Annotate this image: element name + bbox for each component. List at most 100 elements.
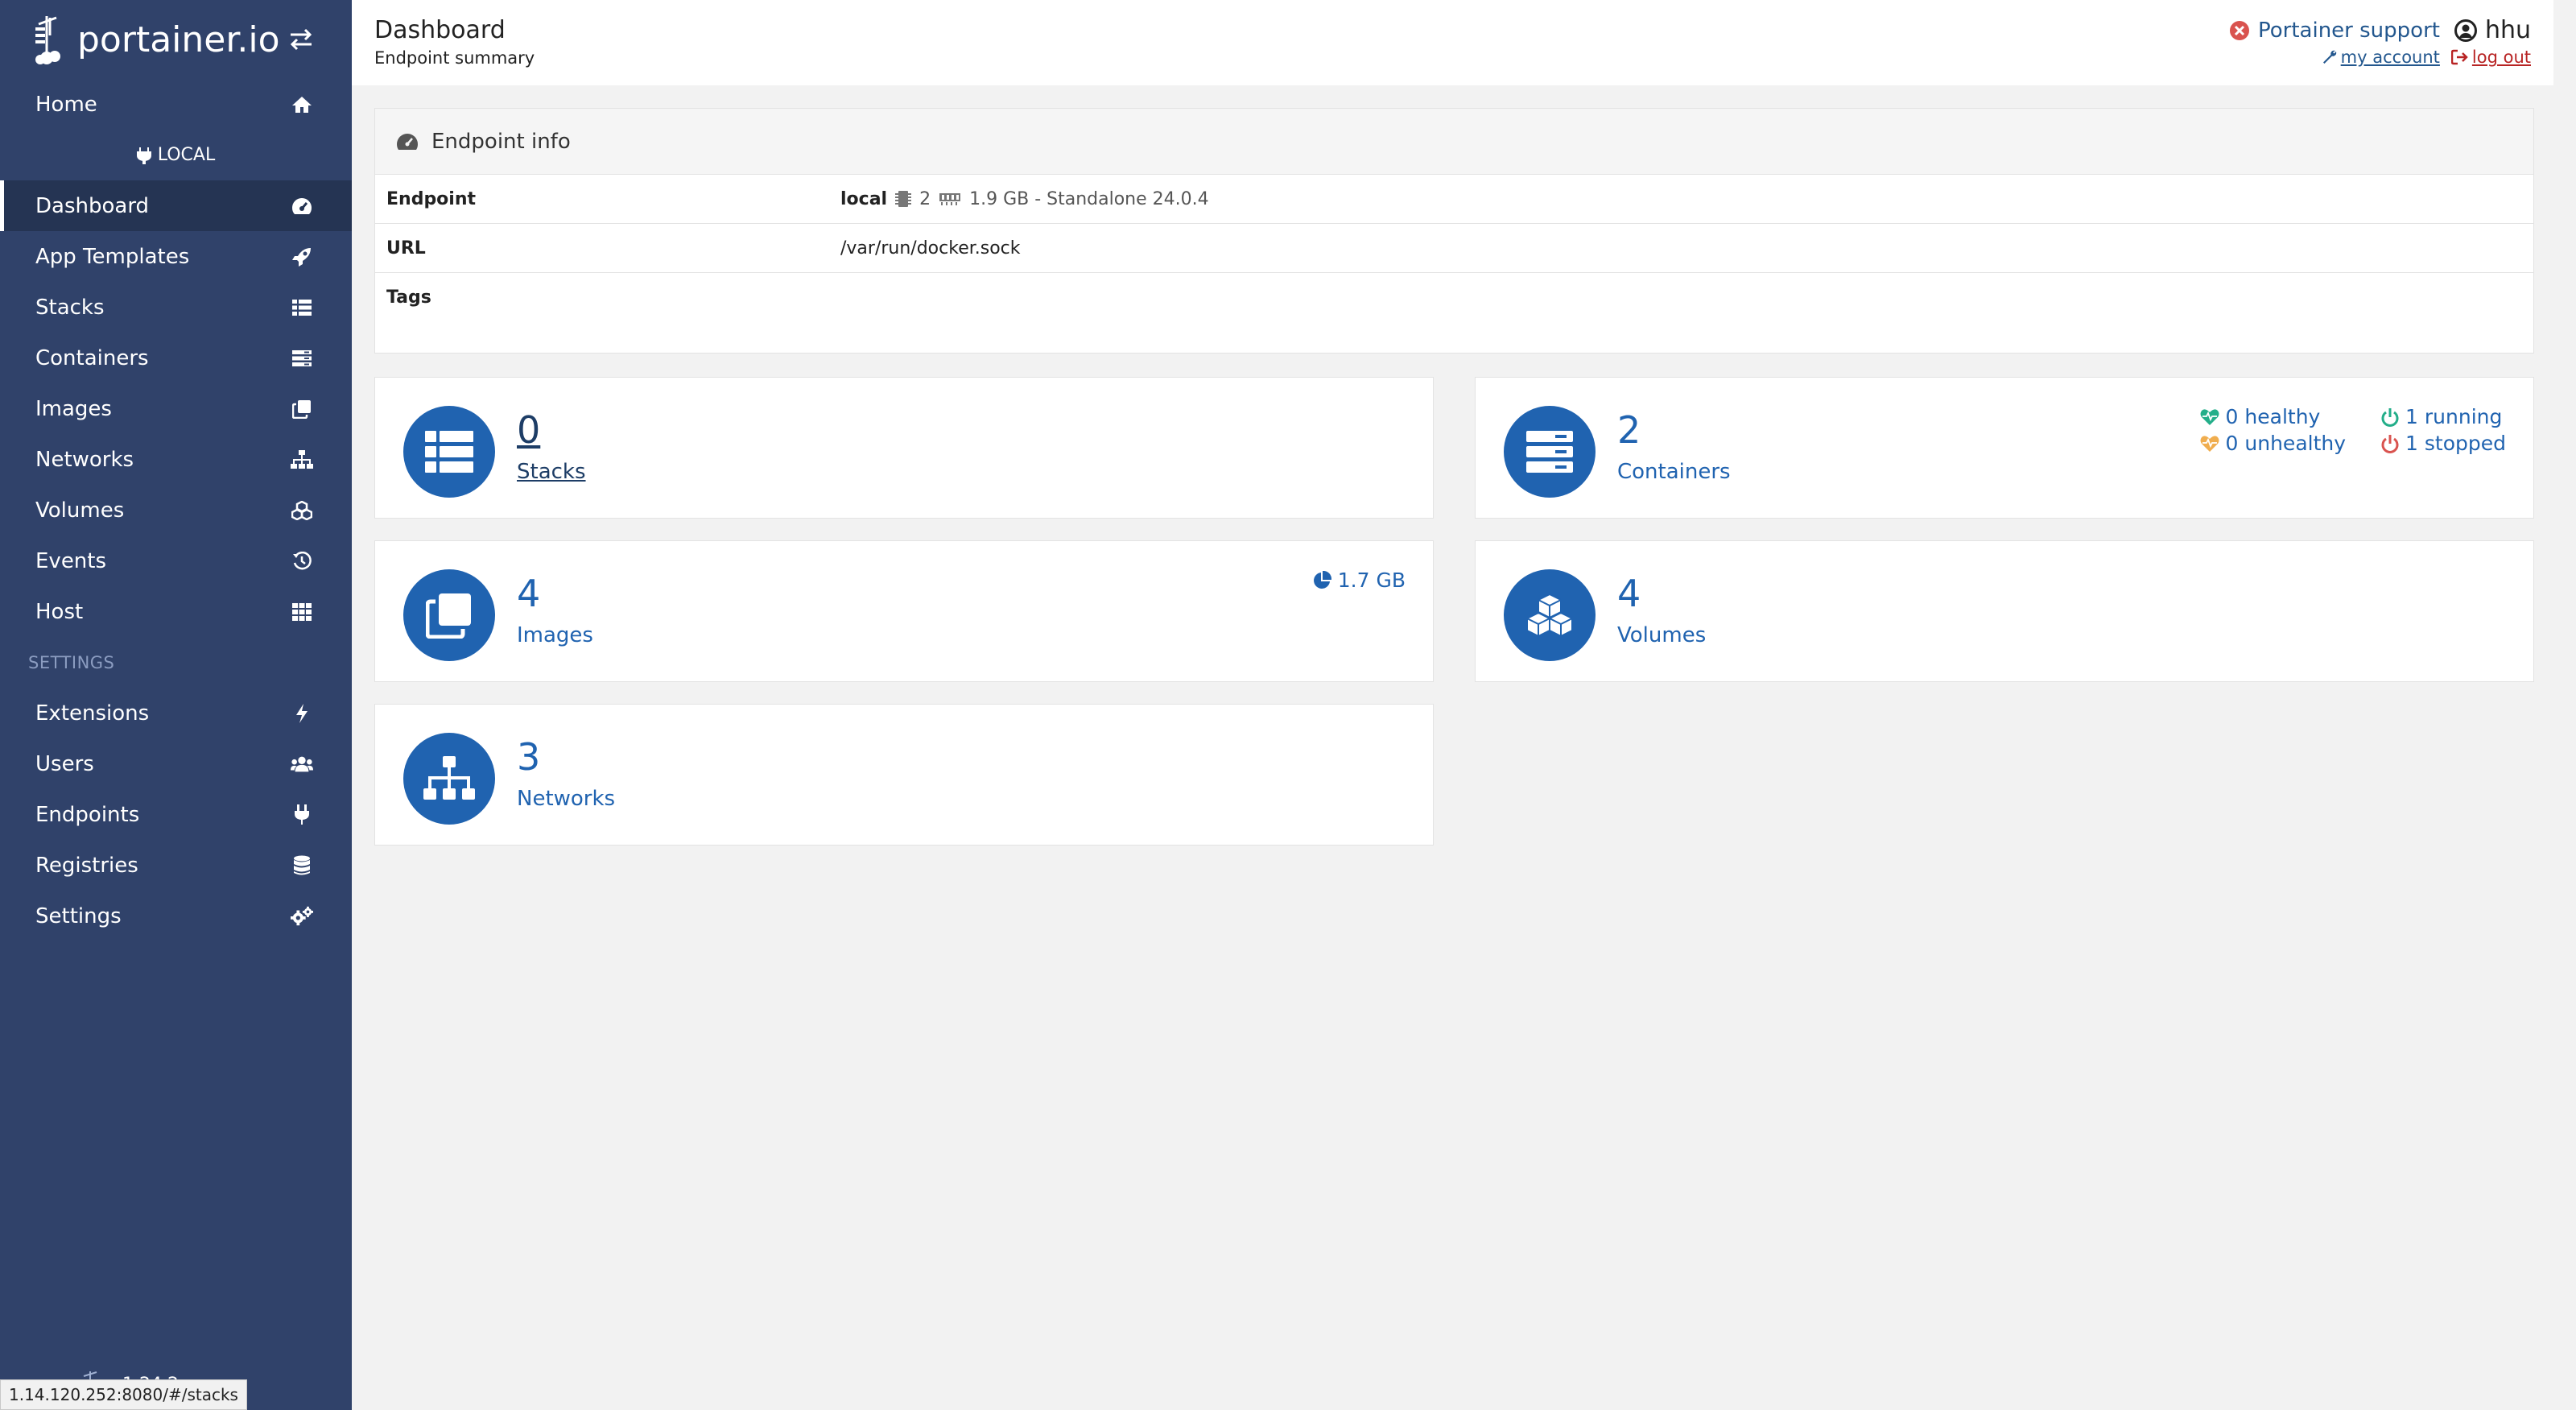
sidebar-item-volumes[interactable]: Volumes [0,485,352,535]
support-label: Portainer support [2258,18,2440,43]
browser-status-url: 1.14.120.252:8080/#/stacks [0,1379,247,1410]
stacks-label[interactable]: Stacks [517,460,586,484]
networks-tile[interactable]: 3 Networks [374,704,1434,846]
brand-name: portainer.io [77,19,280,60]
containers-label: Containers [1617,460,1731,484]
cpu-count: 2 [919,188,931,209]
username: hhu [2454,16,2531,44]
sidebar: portainer.io Home LOCAL Dashboard App Te… [0,0,352,1410]
sidebar-item-label: Extensions [35,701,150,726]
sidebar-item-label: Registries [35,853,138,878]
power-off-icon [2381,407,2399,427]
bolt-icon [291,702,313,725]
database-icon [291,854,313,877]
container-status-summary: 0 healthy 1 running 0 unhealthy 1 stoppe… [2200,405,2506,455]
unhealthy-status: 0 unhealthy [2200,432,2346,455]
volumes-count: 4 [1617,572,1641,615]
sidebar-item-label: Events [35,548,107,573]
sidebar-item-networks[interactable]: Networks [0,434,352,485]
heartbeat-icon [2200,435,2219,452]
sidebar-item-users[interactable]: Users [0,738,352,789]
sidebar-item-label: Networks [35,447,134,472]
sidebar-item-label: Images [35,396,112,421]
sidebar-item-label: Dashboard [35,193,150,218]
server-icon [1526,431,1573,473]
containers-tile-icon [1504,406,1596,498]
sidebar-item-label: App Templates [35,244,190,269]
images-size: 1.7 GB [1312,569,1406,592]
page-title: Dashboard [374,16,506,44]
images-tile-icon [403,569,495,661]
plug-icon [136,147,151,164]
stopped-status: 1 stopped [2381,432,2506,455]
sidebar-item-label: Endpoints [35,802,140,827]
heartbeat-icon [2200,408,2219,425]
pie-chart-icon [1313,570,1331,589]
sidebar-item-label: Stacks [35,295,105,320]
endpoint-info-header: Endpoint info [375,109,2533,175]
cubes-icon [291,499,313,522]
settings-section-title: SETTINGS [28,652,115,672]
networks-tile-icon [403,733,495,825]
endpoint-name: local [840,188,888,209]
tags-key: Tags [386,287,431,308]
endpoint-row: Endpoint local 2 1.9 GB - Standalone 24.… [375,175,2533,224]
th-list-icon [425,431,473,473]
sidebar-item-home[interactable]: Home [0,79,352,130]
sidebar-item-label: Containers [35,345,149,370]
images-label: Images [517,623,593,647]
page-subtitle: Endpoint summary [374,48,535,68]
images-count: 4 [517,572,541,615]
sidebar-item-events[interactable]: Events [0,535,352,586]
tags-row: Tags [375,273,2533,322]
clone-icon [426,593,471,639]
portainer-support-link[interactable]: Portainer support [2229,19,2440,43]
sidebar-item-host[interactable]: Host [0,586,352,637]
containers-tile[interactable]: 2 Containers 0 healthy 1 running 0 unhea… [1475,377,2534,519]
url-value: /var/run/docker.sock [840,238,1021,258]
stacks-tile-icon [403,406,495,498]
cogs-icon [291,905,313,928]
stacks-count[interactable]: 0 [517,408,540,452]
sidebar-item-label: Host [35,599,84,624]
sidebar-item-app-templates[interactable]: App Templates [0,231,352,282]
endpoint-label-text: LOCAL [157,145,216,165]
running-count: 1 running [2405,405,2503,428]
sidebar-item-extensions[interactable]: Extensions [0,688,352,738]
rocket-icon [291,246,313,268]
power-off-icon [2381,434,2399,453]
sidebar-item-settings[interactable]: Settings [0,891,352,941]
url-row: URL /var/run/docker.sock [375,224,2533,273]
th-icon [291,601,313,623]
plug-icon [291,804,313,826]
portainer-logo[interactable]: portainer.io [32,11,280,68]
images-tile[interactable]: 4 Images 1.7 GB [374,540,1434,682]
username-text: hhu [2484,16,2531,44]
endpoint-value: local 2 1.9 GB - Standalone 24.0.4 [840,189,1209,209]
sidebar-item-stacks[interactable]: Stacks [0,282,352,333]
sidebar-item-dashboard[interactable]: Dashboard [0,180,352,231]
my-account-link[interactable]: my account [2322,48,2440,67]
times-circle-icon [2230,20,2249,40]
history-icon [291,550,313,573]
exchange-icon[interactable] [287,26,315,53]
microchip-icon [895,191,912,207]
page-header: Dashboard Endpoint summary Portainer sup… [352,0,2553,85]
images-size-text: 1.7 GB [1337,569,1406,592]
main-content: Endpoint info Endpoint local 2 1.9 GB - … [352,85,2553,1410]
sidebar-item-containers[interactable]: Containers [0,333,352,383]
sitemap-icon [423,756,475,800]
sidebar-item-endpoints[interactable]: Endpoints [0,789,352,840]
user-menu: Portainer support hhu my account log out [2229,16,2531,67]
log-out-link[interactable]: log out [2450,48,2531,67]
volumes-tile-icon [1504,569,1596,661]
brand: portainer.io [0,0,352,79]
stacks-tile[interactable]: 0 Stacks [374,377,1434,519]
sidebar-item-label: Home [35,92,97,117]
sidebar-item-registries[interactable]: Registries [0,840,352,891]
sidebar-item-images[interactable]: Images [0,383,352,434]
sidebar-item-label: Settings [35,903,122,928]
memory-icon [939,193,961,205]
volumes-tile[interactable]: 4 Volumes [1475,540,2534,682]
log-out-label: log out [2471,48,2531,67]
